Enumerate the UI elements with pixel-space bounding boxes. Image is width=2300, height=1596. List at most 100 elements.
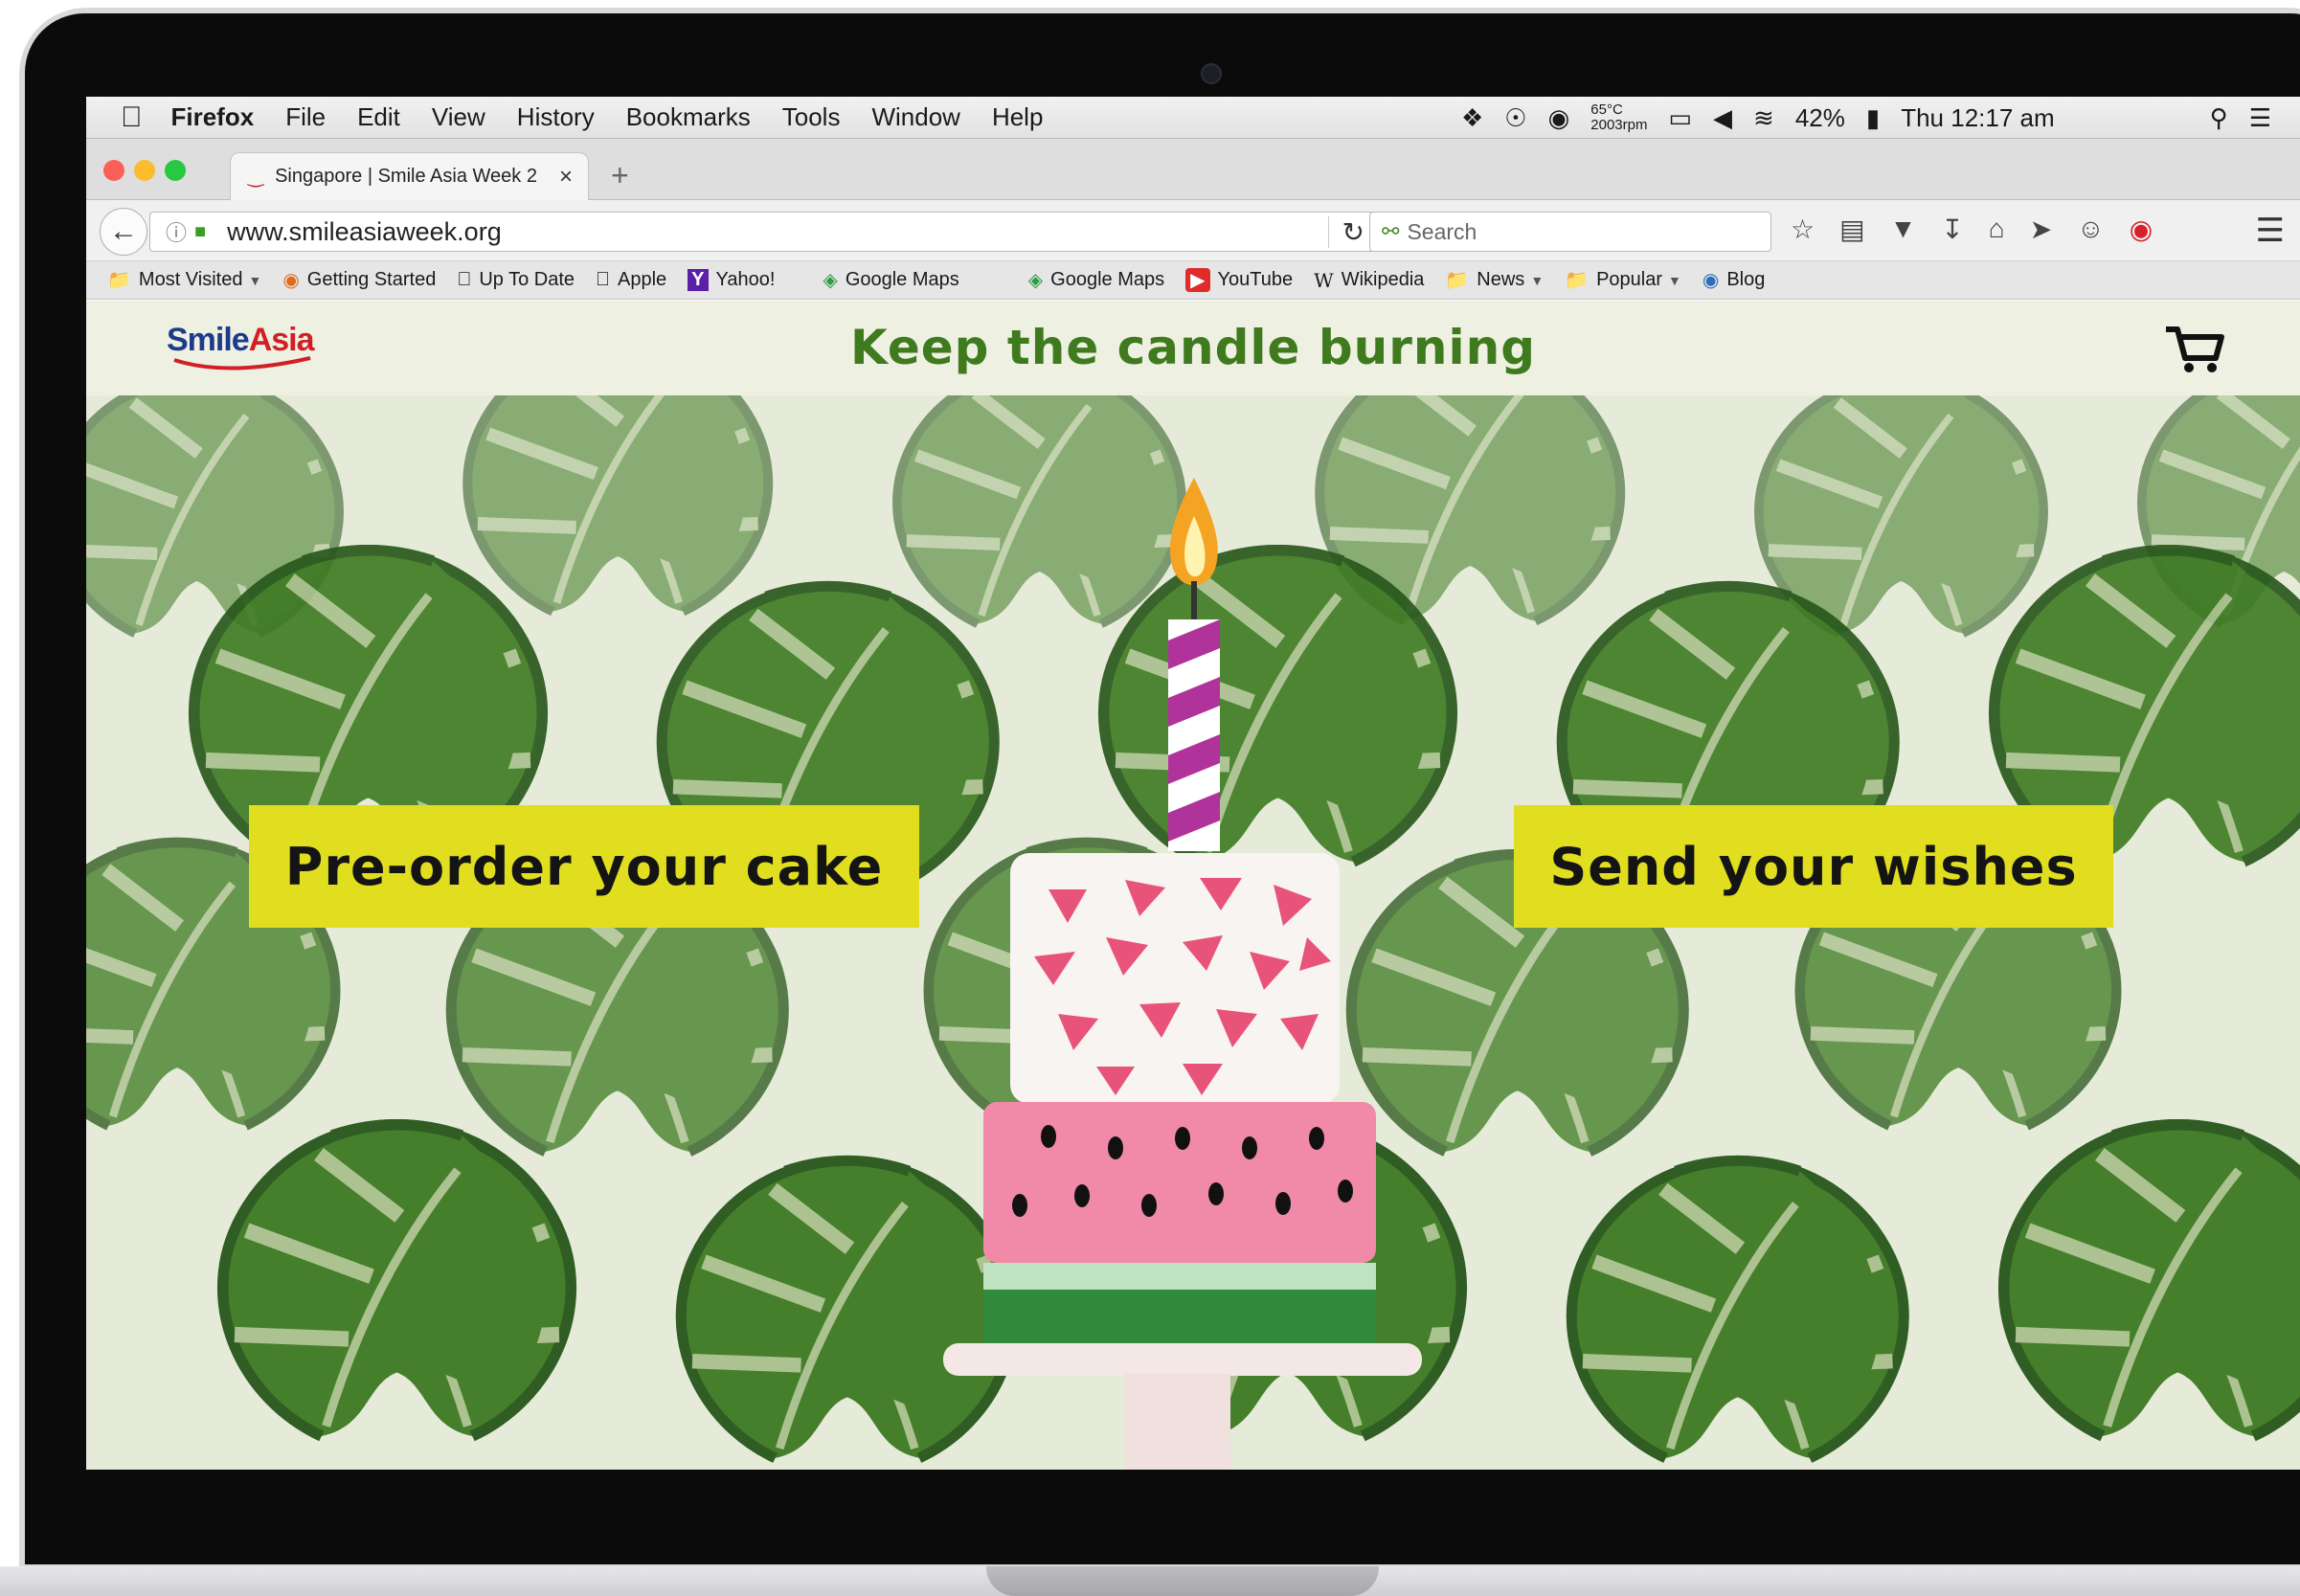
bookmark-star-icon[interactable]: ☆ [1791, 214, 1815, 245]
tab-close-icon[interactable]: × [559, 164, 573, 191]
menu-window[interactable]: Window [871, 102, 959, 132]
lock-icon[interactable]: ■ [194, 221, 206, 243]
temp-value: 65°C [1590, 101, 1623, 118]
notification-center-icon[interactable]: ☰ [2249, 103, 2271, 133]
preorder-cake-button[interactable]: Pre-order your cake [249, 805, 919, 928]
bookmark-popular[interactable]: 📁 Popular ▼ [1565, 268, 1681, 292]
back-arrow-icon: ← [109, 215, 138, 247]
volume-icon[interactable]: ◀ [1713, 103, 1732, 133]
toolbar-icons: ☆ ▤ ▼ ↧ ⌂ ➤ ☺ ◉ [1791, 214, 2153, 245]
bookmark-label: News [1448, 269, 1524, 290]
page-title: Keep the candle burning [849, 320, 1537, 375]
bookmark-google-maps-2[interactable]: ◈ Google Maps [1028, 268, 1164, 292]
url-text[interactable]: www.smileasiaweek.org [227, 217, 502, 247]
bookmark-getting-started[interactable]: ◉ Getting Started [282, 268, 436, 292]
mac-menubar:  Firefox File Edit View History Bookmar… [86, 97, 2300, 139]
bookmark-youtube[interactable]: ▶ YouTube [1185, 268, 1293, 292]
menu-view[interactable]: View [432, 102, 485, 132]
download-icon[interactable]: ↧ [1941, 214, 1963, 245]
bookmark-apple[interactable]: Apple [596, 269, 666, 291]
bookmark-label: Yahoo! [687, 269, 776, 290]
emoji-icon[interactable]: ☺ [2077, 214, 2105, 245]
battery-icon[interactable]: ▮ [1866, 103, 1880, 133]
bookmark-label: Google Maps [1022, 269, 1164, 290]
bookmark-label: Popular [1567, 269, 1662, 290]
apple-icon:  [457, 269, 471, 291]
youtube-icon: ▶ [1185, 268, 1210, 292]
send-wishes-button[interactable]: Send your wishes [1514, 805, 2113, 928]
screen:  Firefox File Edit View History Bookmar… [86, 97, 2300, 1470]
maps-icon: ◈ [1028, 268, 1043, 292]
menu-help[interactable]: Help [992, 102, 1043, 132]
temp-readout[interactable]: 65°C 2003rpm [1590, 102, 1647, 133]
reader-list-icon[interactable]: ▤ [1839, 214, 1864, 245]
sync-icon[interactable]: ◉ [1548, 103, 1570, 133]
wifi-icon[interactable]: ≋ [1753, 103, 1774, 133]
menu-edit[interactable]: Edit [357, 102, 400, 132]
window-minimize-button[interactable] [134, 160, 155, 181]
wordpress-icon: ◉ [1702, 268, 1719, 292]
menu-history[interactable]: History [517, 102, 595, 132]
back-button[interactable]: ← [100, 208, 147, 256]
hotspot-icon[interactable]: ☉ [1504, 103, 1526, 133]
tab-title: Singapore | Smile Asia Week 2 [275, 166, 537, 187]
tab-active[interactable]: ‿ Singapore | Smile Asia Week 2 × [230, 152, 589, 200]
search-placeholder: Search [1407, 218, 1477, 244]
pocket-icon[interactable]: ▼ [1890, 214, 1917, 245]
chevron-down-icon: ▼ [248, 272, 262, 288]
watermelon-cake-image [943, 478, 1422, 1470]
menu-hamburger-icon[interactable]: ☰ [2256, 212, 2285, 250]
cart-icon[interactable] [2164, 324, 2225, 378]
pinterest-icon[interactable]: ◉ [2130, 214, 2153, 245]
search-input[interactable]: ⚯ Search [1369, 212, 1771, 252]
smile-favicon-icon: ‿ [248, 167, 264, 188]
bookmark-label: Blog [1698, 269, 1765, 290]
bookmark-label: Getting Started [306, 269, 437, 290]
spotlight-search-icon[interactable]: ⚲ [2210, 103, 2228, 133]
dropbox-icon[interactable]: ❖ [1461, 103, 1483, 133]
cart-svg [2166, 326, 2224, 372]
bookmark-wikipedia[interactable]: W Wikipedia [1314, 269, 1424, 292]
battery-percent: 42% [1794, 102, 1845, 132]
folder-icon: 📁 [1445, 268, 1469, 292]
bookmark-news[interactable]: 📁 News ▼ [1445, 268, 1544, 292]
bookmark-most-visited[interactable]: 📁 Most Visited ▼ [107, 268, 261, 292]
chevron-down-icon: ▼ [1668, 273, 1681, 288]
search-engine-icon: ⚯ [1382, 219, 1400, 243]
fan-value: 2003rpm [1590, 117, 1648, 133]
nav-bar: ⓘ ■ www.smileasiaweek.org ↻ ← ⚯ Search ☆… [86, 200, 2300, 261]
window-close-button[interactable] [103, 160, 124, 181]
airplay-icon[interactable]: ▭ [1668, 103, 1692, 133]
firefox-icon: ◉ [282, 270, 300, 291]
bookmarks-bar: 📁Most Visited▼ ◉Getting Started Up To D… [86, 261, 2300, 300]
tab-bar: ‿ Singapore | Smile Asia Week 2 × + [86, 139, 2300, 200]
send-icon[interactable]: ➤ [2030, 214, 2052, 245]
bookmark-label: Up To Date [464, 269, 575, 290]
menu-bookmarks[interactable]: Bookmarks [626, 102, 751, 132]
maps-icon: ◈ [823, 268, 837, 292]
reload-icon[interactable]: ↻ [1327, 216, 1364, 248]
clock[interactable]: Thu 12:17 am [1901, 103, 2054, 133]
bookmark-label: Most Visited [138, 269, 243, 290]
menu-file[interactable]: File [285, 102, 326, 132]
web-page: SmileAsia Keep the candle burning Pre-or… [86, 301, 2300, 1470]
hero-banner: Pre-order your cake Send your wishes [86, 395, 2300, 1470]
window-zoom-button[interactable] [165, 160, 186, 181]
yahoo-icon: Y [688, 269, 709, 291]
menu-tools[interactable]: Tools [782, 102, 841, 132]
chevron-down-icon: ▼ [1530, 273, 1544, 288]
info-icon[interactable]: ⓘ [166, 216, 187, 247]
bookmark-label: Apple [589, 269, 666, 290]
bookmark-blog[interactable]: ◉ Blog [1702, 268, 1765, 292]
bookmark-yahoo[interactable]: Y Yahoo! [688, 269, 775, 291]
url-bar[interactable]: ⓘ ■ www.smileasiaweek.org ↻ [149, 212, 1379, 252]
apple-menu-icon[interactable]:  [121, 101, 143, 134]
webcam [1201, 63, 1222, 84]
home-icon[interactable]: ⌂ [1989, 214, 2005, 245]
bookmark-google-maps-1[interactable]: ◈ Google Maps [823, 268, 958, 292]
folder-icon: 📁 [107, 270, 131, 291]
menu-app-name[interactable]: Firefox [171, 102, 255, 132]
new-tab-button[interactable]: + [611, 158, 629, 193]
apple-icon:  [596, 269, 610, 291]
bookmark-up-to-date[interactable]: Up To Date [457, 269, 575, 291]
